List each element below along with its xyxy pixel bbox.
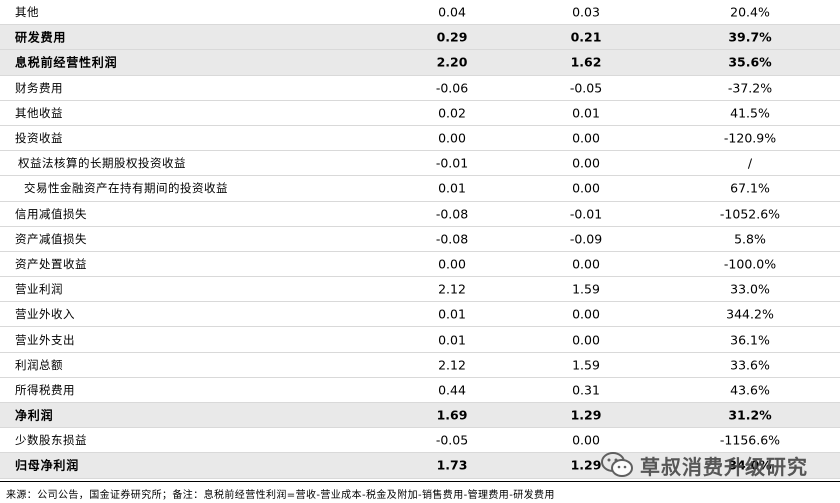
value-prior: 1.59 <box>572 357 600 373</box>
value-yoy: -120.9% <box>723 130 777 146</box>
row-label: 资产减值损失 <box>15 231 87 246</box>
table-row: 所得税费用 0.44 0.31 43.6% <box>0 378 840 403</box>
table-row: 归母净利润 1.73 1.29 34.0% <box>0 453 840 479</box>
table-row: 其他 0.04 0.03 20.4% <box>0 0 840 26</box>
row-label: 其他 <box>15 5 39 20</box>
value-yoy: 35.6% <box>728 54 772 70</box>
value-prior: 1.29 <box>570 457 602 473</box>
row-label: 少数股东损益 <box>15 433 87 448</box>
value-prior: 0.21 <box>570 29 602 45</box>
value-prior: -0.05 <box>569 80 603 96</box>
table-row: 其他收益 0.02 0.01 41.5% <box>0 101 840 126</box>
value-yoy: 5.8% <box>734 231 766 247</box>
value-yoy: 36.1% <box>730 332 770 348</box>
value-yoy: 33.0% <box>730 281 770 297</box>
table-row: 息税前经营性利润 2.20 1.62 35.6% <box>0 50 840 76</box>
row-label: 信用减值损失 <box>15 206 87 221</box>
value-prior: 0.00 <box>572 432 600 448</box>
row-label: 净利润 <box>15 408 54 423</box>
value-yoy: / <box>747 155 753 171</box>
financial-table: 其他 0.04 0.03 20.4% 研发费用 0.29 0.21 39.7% 息税前经营性利润… <box>0 0 840 479</box>
row-label: 息税前经营性利润 <box>15 55 118 70</box>
value-prior: 1.29 <box>570 407 602 423</box>
value-prior: 0.31 <box>572 382 600 398</box>
table-row: 净利润 1.69 1.29 31.2% <box>0 403 840 429</box>
value-prior: 0.00 <box>572 180 600 196</box>
row-label: 营业外收入 <box>15 307 75 322</box>
row-label: 营业外支出 <box>15 332 75 347</box>
table-row: 利润总额 2.12 1.59 33.6% <box>0 353 840 378</box>
row-label: 资产处置收益 <box>15 256 87 271</box>
value-yoy: 67.1% <box>730 180 770 196</box>
table-row: 营业利润 2.12 1.59 33.0% <box>0 277 840 303</box>
value-yoy: -100.0% <box>723 256 777 272</box>
value-yoy: 20.4% <box>730 4 770 20</box>
value-yoy: 344.2% <box>726 306 774 322</box>
value-prior: -0.01 <box>569 206 603 222</box>
row-label: 归母净利润 <box>15 458 80 473</box>
value-yoy: 41.5% <box>730 105 770 121</box>
value-prior: 1.62 <box>570 54 602 70</box>
footer-divider <box>0 481 840 482</box>
row-label: 投资收益 <box>15 131 63 146</box>
table-row: 资产处置收益 0.00 0.00 -100.0% <box>0 252 840 278</box>
source-note: 来源：公司公告，国金证券研究所；备注：息税前经营性利润=营收-营业成本-税金及附… <box>6 490 555 501</box>
value-prior: 0.00 <box>572 256 600 272</box>
table-row: 少数股东损益 -0.05 0.00 -1156.6% <box>0 428 840 454</box>
value-yoy: -1156.6% <box>719 432 781 448</box>
value-yoy: -1052.6% <box>719 206 781 222</box>
value-yoy: 34.0% <box>728 457 772 473</box>
value-prior: 0.00 <box>572 332 600 348</box>
value-prior: -0.09 <box>569 231 603 247</box>
table-row: 营业外收入 0.01 0.00 344.2% <box>0 302 840 328</box>
table-row: 资产减值损失 -0.08 -0.09 5.8% <box>0 227 840 252</box>
value-yoy: 39.7% <box>728 29 772 45</box>
table-row: 财务费用 -0.06 -0.05 -37.2% <box>0 76 840 101</box>
value-prior: 1.59 <box>572 281 600 297</box>
value-yoy: 43.6% <box>730 382 770 398</box>
value-prior: 0.01 <box>572 105 600 121</box>
row-label: 财务费用 <box>15 80 63 95</box>
table-row: 研发费用 0.29 0.21 39.7% <box>0 25 840 51</box>
table-row: 营业外支出 0.01 0.00 36.1% <box>0 327 840 353</box>
value-prior: 0.00 <box>572 155 600 171</box>
value-prior: 0.00 <box>572 130 600 146</box>
table-row: 权益法核算的长期股权投资收益 -0.01 0.00/ <box>0 151 840 177</box>
table-row: 投资收益 0.00 0.00 -120.9% <box>0 126 840 152</box>
row-label: 交易性金融资产在持有期间的投资收益 <box>24 181 228 196</box>
row-label: 权益法核算的长期股权投资收益 <box>18 156 186 171</box>
value-prior: 0.00 <box>572 306 600 322</box>
table-row: 信用减值损失 -0.08 -0.01 -1052.6% <box>0 202 840 227</box>
table-row: 交易性金融资产在持有期间的投资收益 0.01 0.00 67.1% <box>0 176 840 202</box>
value-yoy: 33.6% <box>730 357 770 373</box>
row-label: 研发费用 <box>15 30 67 45</box>
value-yoy: -37.2% <box>727 80 773 96</box>
row-label: 营业利润 <box>15 282 63 297</box>
row-label: 其他收益 <box>15 105 63 120</box>
row-label: 所得税费用 <box>15 382 75 397</box>
row-label: 利润总额 <box>15 357 63 372</box>
value-yoy: 31.2% <box>728 407 772 423</box>
value-prior: 0.03 <box>572 4 600 20</box>
